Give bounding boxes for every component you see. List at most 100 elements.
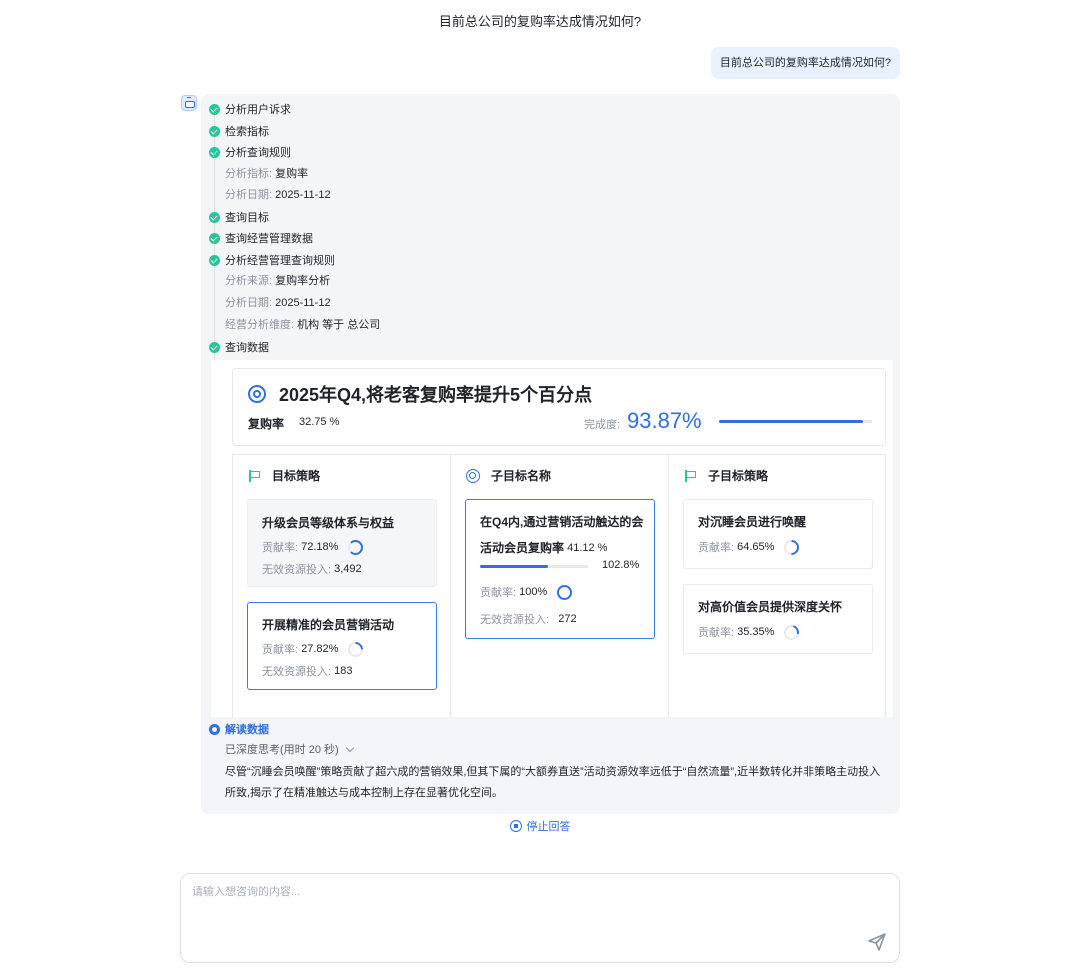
contribution-ring-icon [781, 621, 803, 643]
rule-date-value: 2025-11-12 [275, 189, 331, 201]
step-label: 分析用户诉求 [225, 104, 291, 116]
step-query-mgmt-data: 查询经营管理数据 [209, 228, 313, 248]
page-title: 目前总公司的复购率达成情况如何? [438, 14, 642, 29]
strategy-header-label: 目标策略 [272, 469, 321, 483]
completion-progress-bar [719, 420, 872, 423]
contrib-key: 贡献率: [262, 644, 299, 656]
goal-header: 2025年Q4,将老客复购率提升5个百分点 复购率 32.75 % 完成度: 9… [232, 368, 886, 446]
goal-metric-value: 32.75 % [299, 416, 340, 428]
subgoal-contrib: 贡献率: 100% [480, 584, 573, 600]
step-analyze-rules: 分析查询规则 [209, 142, 291, 162]
send-icon[interactable] [867, 932, 887, 952]
step-interpret-data: 解读数据 [209, 719, 269, 739]
goal-title: 2025年Q4,将老客复购率提升5个百分点 [248, 381, 592, 407]
subgoal-title-line1: 在Q4内,通过营销活动触达的会 [480, 515, 644, 529]
thinking-label: 已深度思考(用时 20 秒) [225, 744, 339, 756]
invest-value: 183 [334, 665, 353, 677]
mgmt-source-key: 分析来源: [225, 275, 273, 287]
contribution-ring-icon [781, 536, 803, 558]
bot-avatar-icon [181, 95, 197, 111]
step-query-data: 查询数据 [209, 337, 269, 357]
completion-value: 93.87% [627, 408, 702, 433]
step-query-goal: 查询目标 [209, 207, 269, 227]
check-circle-icon [209, 232, 220, 244]
subgoal-progress-fill [480, 565, 548, 568]
sub-strategy-header-label: 子目标策略 [708, 469, 769, 483]
contrib-value: 64.65% [737, 541, 775, 553]
rule-date: 分析日期: 2025-11-12 [225, 185, 331, 205]
step-retrieve-metric: 检索指标 [209, 121, 269, 141]
completion-label: 完成度: [584, 419, 621, 431]
contrib-value: 35.35% [737, 626, 775, 638]
contrib-key: 贡献率: [698, 627, 735, 639]
message-composer [180, 873, 900, 963]
subgoal-column: 子目标名称 在Q4内,通过营销活动触达的会 活动会员复购率 41.12 % 10… [450, 455, 668, 719]
strategy-card-selected[interactable]: 开展精准的会员营销活动 贡献率: 27.82% 无效资源投入: 183 [247, 602, 437, 690]
subgoal-title-line2: 活动会员复购率 [480, 541, 565, 555]
contrib-key: 贡献率: [262, 542, 299, 554]
subgoal-progress-value: 102.8% [602, 559, 640, 571]
target-icon [466, 468, 480, 483]
invest-key: 无效资源投入: [480, 614, 550, 626]
mgmt-dimension-value: 机构 等于 总公司 [297, 319, 381, 331]
rule-metric-value: 复购率 [275, 168, 309, 180]
check-circle-icon [209, 146, 220, 158]
invest-value: 272 [558, 613, 577, 625]
goal-card: 2025年Q4,将老客复购率提升5个百分点 复购率 32.75 % 完成度: 9… [211, 360, 893, 719]
strategy-card-invest: 无效资源投入: 183 [262, 663, 352, 679]
strategy-card[interactable]: 升级会员等级体系与权益 贡献率: 72.18% 无效资源投入: 3,492 [247, 499, 437, 587]
mgmt-source: 分析来源: 复购率分析 [225, 271, 330, 291]
flag-icon [248, 469, 262, 482]
sub-strategy-column-header: 子目标策略 [684, 467, 768, 484]
check-circle-icon [209, 211, 220, 223]
sub-strategy-card-title: 对高价值会员提供深度关怀 [698, 600, 843, 614]
goal-title-text: 2025年Q4,将老客复购率提升5个百分点 [279, 385, 593, 405]
mgmt-source-value: 复购率分析 [275, 275, 331, 287]
step-label: 检索指标 [225, 126, 269, 138]
contrib-value: 27.82% [301, 643, 339, 655]
subgoal-header-label: 子目标名称 [491, 469, 552, 483]
invest-value: 3,492 [334, 563, 362, 575]
rule-metric-key: 分析指标: [225, 168, 273, 180]
mgmt-dimension: 经营分析维度: 机构 等于 总公司 [225, 315, 380, 335]
subgoal-column-header: 子目标名称 [466, 467, 551, 484]
step-analyze-request: 分析用户诉求 [209, 99, 291, 119]
mgmt-date: 分析日期: 2025-11-12 [225, 293, 331, 313]
answer-panel: 分析用户诉求 检索指标 分析查询规则 分析指标: 复购率 分析日期: 2025-… [201, 94, 900, 814]
answer-summary: 尽管“沉睡会员唤醒”策略贡献了超六成的营销效果,但其下属的“大额券直送”活动资源… [225, 766, 881, 799]
subgoal-rate: 活动会员复购率 41.12 % [480, 539, 607, 556]
thinking-toggle[interactable]: 已深度思考(用时 20 秒) [225, 741, 354, 757]
message-input[interactable] [192, 886, 832, 898]
step-label: 查询目标 [225, 212, 269, 224]
subgoal-progress-track [548, 565, 588, 568]
step-analyze-mgmt-rules: 分析经营管理查询规则 [209, 250, 335, 270]
sub-strategy-column: 子目标策略 对沉睡会员进行唤醒 贡献率: 64.65% 对高价值会员提供深度关怀… [668, 455, 886, 719]
loading-dot-icon [209, 723, 220, 735]
step-label: 分析经营管理查询规则 [225, 255, 335, 267]
stop-icon [509, 820, 522, 832]
step-label: 分析查询规则 [225, 147, 291, 159]
target-icon [248, 385, 266, 403]
strategy-card-contrib: 贡献率: 27.82% [262, 638, 367, 660]
subgoal-rate-value: 41.12 % [567, 541, 608, 554]
sub-strategy-card[interactable]: 对高价值会员提供深度关怀 贡献率: 35.35% [683, 584, 873, 654]
check-circle-icon [209, 125, 220, 137]
check-circle-icon [209, 254, 220, 266]
strategy-column: 目标策略 升级会员等级体系与权益 贡献率: 72.18% 无效资源投入: 3,4… [233, 455, 450, 719]
step-label: 查询数据 [225, 342, 269, 354]
strategy-card-title: 开展精准的会员营销活动 [262, 618, 395, 632]
contrib-value: 72.18% [301, 541, 339, 553]
completion-progress-fill [719, 420, 863, 423]
stop-answer-button[interactable]: 停止回答 [0, 818, 1080, 834]
strategy-columns: 目标策略 升级会员等级体系与权益 贡献率: 72.18% 无效资源投入: 3,4… [232, 454, 886, 719]
contribution-ring-icon [345, 638, 367, 660]
sub-strategy-card-contrib: 贡献率: 64.65% [698, 536, 803, 558]
flag-icon [684, 469, 698, 482]
sub-strategy-card[interactable]: 对沉睡会员进行唤醒 贡献率: 64.65% [683, 499, 873, 569]
subgoal-card[interactable]: 在Q4内,通过营销活动触达的会 活动会员复购率 41.12 % 102.8% 贡… [465, 499, 655, 639]
user-message-bubble: 目前总公司的复购率达成情况如何? [710, 47, 900, 79]
contrib-key: 贡献率: [698, 542, 735, 554]
subgoal-invest: 无效资源投入: 272 [480, 611, 577, 627]
rule-date-key: 分析日期: [225, 189, 273, 201]
rule-metric: 分析指标: 复购率 [225, 164, 308, 184]
